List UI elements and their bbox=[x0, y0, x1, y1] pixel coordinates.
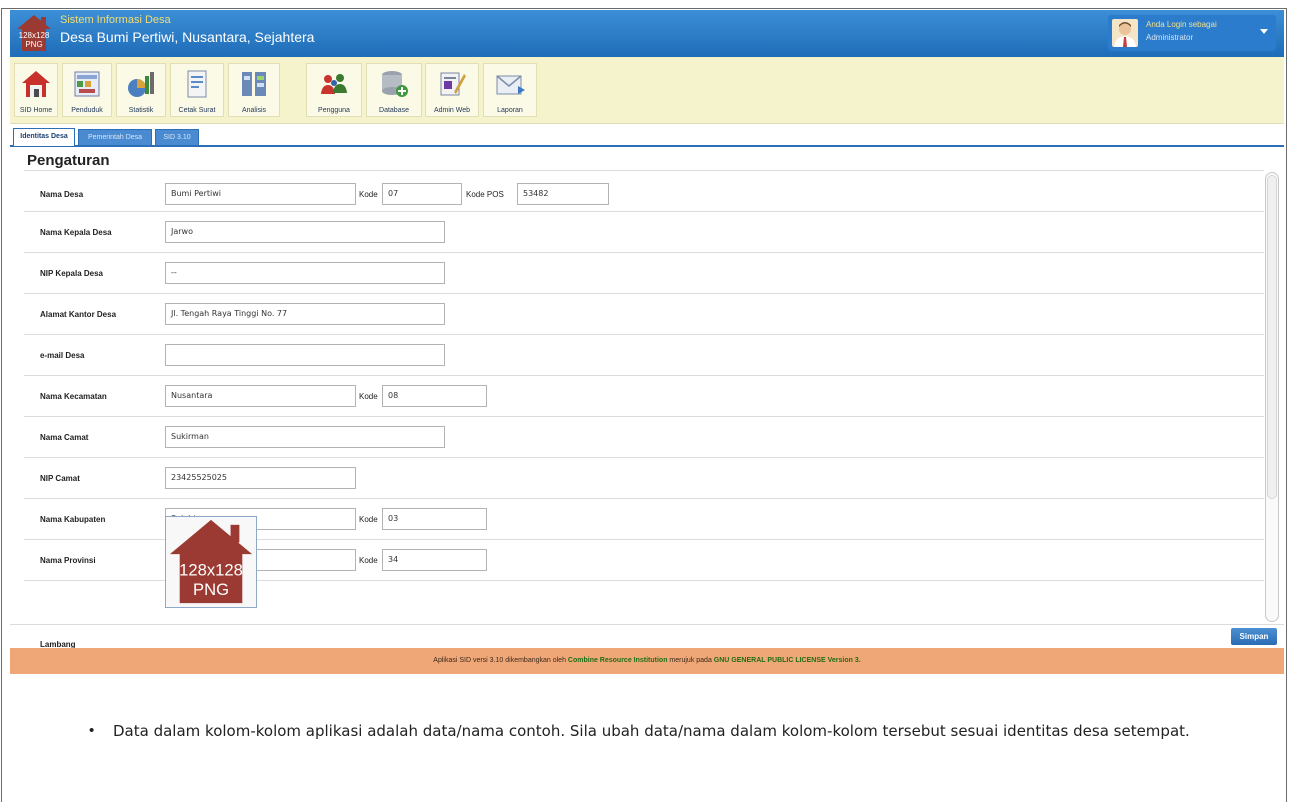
toolbar-analisis-button[interactable]: Analisis bbox=[228, 63, 280, 117]
logo-text-top: 128x128 bbox=[19, 31, 50, 40]
residents-icon bbox=[71, 68, 103, 100]
kepala-desa-input[interactable]: Jarwo bbox=[165, 221, 445, 243]
kode-provinsi-input[interactable]: 34 bbox=[382, 549, 487, 571]
footer-text-part1: Aplikasi SID versi 3.10 dikembangkan ole… bbox=[433, 657, 568, 664]
kode-kecamatan-input[interactable]: 08 bbox=[382, 385, 487, 407]
footer-text-part2: merujuk pada bbox=[667, 657, 714, 664]
email-field[interactable] bbox=[165, 344, 445, 366]
form-row-nip-camat: NIP Camat 23425525025 bbox=[24, 458, 1264, 499]
kecamatan-label: Nama Kecamatan bbox=[40, 392, 107, 401]
toolbar-pengguna-button[interactable]: Pengguna bbox=[306, 63, 362, 117]
form-row-nama-desa: Nama Desa Bumi Pertiwi Kode 07 Kode POS … bbox=[24, 171, 1264, 212]
nama-desa-input[interactable]: Bumi Pertiwi bbox=[165, 183, 356, 205]
camat-input[interactable]: Sukirman bbox=[165, 426, 445, 448]
database-icon bbox=[378, 68, 410, 100]
tab-identitas-desa[interactable]: Identitas Desa bbox=[13, 128, 75, 146]
toolbar-label: Pengguna bbox=[318, 107, 350, 114]
toolbar-admin-web-button[interactable]: Admin Web bbox=[425, 63, 479, 117]
statistics-icon bbox=[125, 68, 157, 100]
toolbar-label: Laporan bbox=[497, 107, 523, 114]
settings-form: Nama Desa Bumi Pertiwi Kode 07 Kode POS … bbox=[24, 170, 1264, 649]
toolbar-label: Admin Web bbox=[433, 107, 471, 114]
lambang-image-text-bottom: PNG bbox=[193, 580, 229, 599]
toolbar-label: Statistik bbox=[128, 107, 154, 114]
email-label: e-mail Desa bbox=[40, 351, 85, 360]
save-button[interactable]: Simpan bbox=[1231, 628, 1277, 645]
app-logo: 128x128 PNG bbox=[16, 14, 52, 52]
toolbar-label: Penduduk bbox=[71, 107, 103, 114]
tab-bar: Identitas Desa Pemerintah Desa SID 3.10 bbox=[10, 125, 1284, 147]
section-title: Pengaturan bbox=[27, 152, 110, 169]
app-footer: Aplikasi SID versi 3.10 dikembangkan ole… bbox=[10, 648, 1284, 674]
kode-pos-label: Kode POS bbox=[466, 190, 504, 199]
kabupaten-label: Nama Kabupaten bbox=[40, 515, 106, 524]
nip-kepala-input[interactable]: -- bbox=[165, 262, 445, 284]
toolbar-database-button[interactable]: Database bbox=[366, 63, 422, 117]
note-text: Data dalam kolom-kolom aplikasi adalah d… bbox=[113, 722, 1190, 740]
toolbar-penduduk-button[interactable]: Penduduk bbox=[62, 63, 112, 117]
admin-web-icon bbox=[436, 68, 468, 100]
footer-org-link[interactable]: Combine Resource Institution bbox=[568, 657, 668, 664]
app-name: Sistem Informasi Desa bbox=[60, 14, 171, 26]
nama-desa-label: Nama Desa bbox=[40, 190, 84, 199]
bullet-point: • bbox=[89, 722, 95, 739]
form-row-kecamatan: Nama Kecamatan Nusantara Kode 08 bbox=[24, 376, 1264, 417]
divider bbox=[10, 624, 1284, 625]
kecamatan-input[interactable]: Nusantara bbox=[165, 385, 356, 407]
scrollbar-thumb[interactable] bbox=[1267, 175, 1277, 499]
kode-desa-input[interactable]: 07 bbox=[382, 183, 462, 205]
kode-label: Kode bbox=[359, 190, 378, 199]
logo-text-bottom: PNG bbox=[25, 40, 42, 49]
lambang-image-text-top: 128x128 bbox=[179, 561, 243, 580]
analysis-icon bbox=[238, 68, 270, 100]
page-title: Desa Bumi Pertiwi, Nusantara, Sejahtera bbox=[60, 29, 315, 45]
tab-sid-version[interactable]: SID 3.10 bbox=[155, 129, 199, 145]
avatar bbox=[1112, 19, 1138, 47]
kepala-desa-label: Nama Kepala Desa bbox=[40, 228, 112, 237]
form-row-camat: Nama Camat Sukirman bbox=[24, 417, 1264, 458]
toolbar-statistik-button[interactable]: Statistik bbox=[116, 63, 166, 117]
nip-camat-label: NIP Camat bbox=[40, 474, 80, 483]
toolbar-label: Cetak Surat bbox=[178, 107, 216, 114]
kode-label: Kode bbox=[359, 515, 378, 524]
kode-label: Kode bbox=[359, 556, 378, 565]
login-as-label: Anda Login sebagai bbox=[1146, 20, 1217, 29]
nip-camat-input[interactable]: 23425525025 bbox=[165, 467, 356, 489]
nip-kepala-label: NIP Kepala Desa bbox=[40, 269, 103, 278]
print-letter-icon bbox=[181, 68, 213, 100]
instruction-note: • Data dalam kolom-kolom aplikasi adalah… bbox=[89, 718, 1239, 744]
chevron-down-icon bbox=[1260, 29, 1268, 34]
toolbar-sid-home-button[interactable]: SID Home bbox=[14, 63, 58, 117]
alamat-label: Alamat Kantor Desa bbox=[40, 310, 117, 319]
toolbar-cetak-surat-button[interactable]: Cetak Surat bbox=[170, 63, 224, 117]
main-toolbar: SID Home Penduduk Statistik Cetak Surat … bbox=[10, 57, 1284, 124]
kode-kabupaten-input[interactable]: 03 bbox=[382, 508, 487, 530]
home-icon bbox=[20, 68, 52, 100]
form-row-email: e-mail Desa bbox=[24, 335, 1264, 376]
users-icon bbox=[318, 68, 350, 100]
user-role: Administrator bbox=[1146, 33, 1194, 42]
form-row-lambang: Lambang 128x128 PNG bbox=[24, 516, 1264, 649]
form-row-kepala-desa: Nama Kepala Desa Jarwo bbox=[24, 212, 1264, 253]
report-icon bbox=[494, 68, 526, 100]
form-row-nip-kepala: NIP Kepala Desa -- bbox=[24, 253, 1264, 294]
tab-pemerintah-desa[interactable]: Pemerintah Desa bbox=[78, 129, 152, 145]
toolbar-label: Analisis bbox=[241, 107, 267, 114]
lambang-image[interactable]: 128x128 PNG bbox=[165, 516, 257, 608]
form-scrollbar[interactable] bbox=[1265, 172, 1279, 622]
kode-pos-input[interactable]: 53482 bbox=[517, 183, 609, 205]
app-header: 128x128 PNG Sistem Informasi Desa Desa B… bbox=[10, 10, 1284, 57]
user-menu[interactable]: Anda Login sebagai Administrator bbox=[1108, 15, 1276, 51]
toolbar-laporan-button[interactable]: Laporan bbox=[483, 63, 537, 117]
alamat-input[interactable]: Jl. Tengah Raya Tinggi No. 77 bbox=[165, 303, 445, 325]
toolbar-label: Database bbox=[379, 107, 409, 114]
camat-label: Nama Camat bbox=[40, 433, 89, 442]
kode-label: Kode bbox=[359, 392, 378, 401]
provinsi-label: Nama Provinsi bbox=[40, 556, 96, 565]
form-row-alamat: Alamat Kantor Desa Jl. Tengah Raya Tingg… bbox=[24, 294, 1264, 335]
toolbar-label: SID Home bbox=[19, 107, 53, 114]
footer-license-link[interactable]: GNU GENERAL PUBLIC LICENSE Version 3. bbox=[714, 657, 861, 664]
